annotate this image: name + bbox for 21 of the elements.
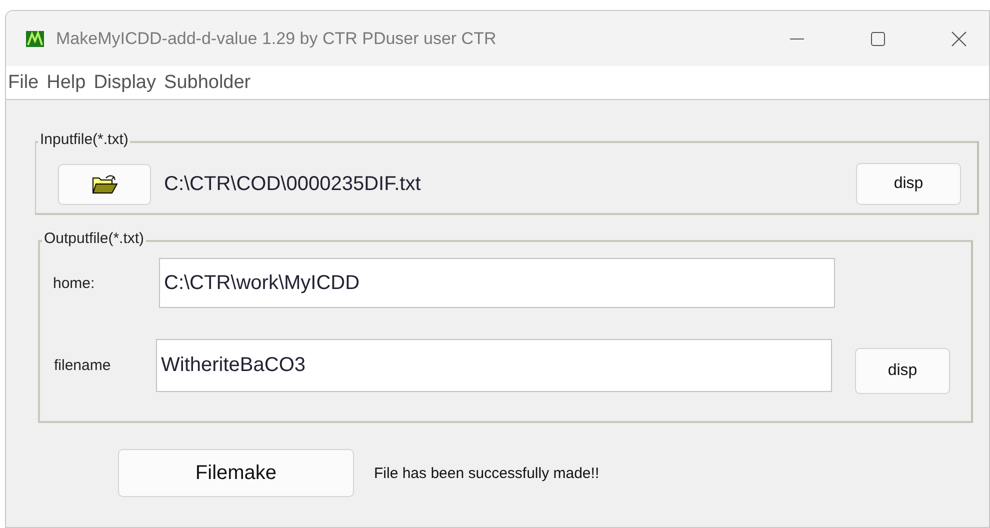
status-message: File has been successfully made!! — [374, 464, 600, 482]
app-icon — [26, 30, 44, 46]
filemake-button[interactable]: Filemake — [118, 449, 354, 497]
window-title: MakeMyICDD-add-d-value 1.29 by CTR PDuser user CTR — [56, 28, 498, 48]
open-folder-button[interactable] — [58, 164, 151, 204]
menu-item[interactable]: Display — [94, 72, 156, 94]
folder-icon — [92, 174, 118, 194]
maximize-icon[interactable] — [871, 32, 885, 46]
field-label: filename — [54, 356, 112, 374]
close-icon[interactable] — [951, 30, 967, 46]
disp-button[interactable]: disp — [856, 163, 961, 205]
filename-field[interactable]: WitheriteBaCO3 — [156, 338, 832, 392]
field-label: home: — [53, 274, 96, 292]
menu-item[interactable]: Help — [46, 72, 86, 94]
menu-item[interactable]: Subholder — [164, 72, 251, 94]
disp-button[interactable]: disp — [855, 348, 950, 394]
group-label: Outputfile(*.txt) — [42, 230, 146, 247]
home-field[interactable]: C:\CTR\work\MyICDD — [159, 258, 835, 308]
group-label: Inputfile(*.txt) — [38, 131, 130, 148]
menu-item[interactable]: File — [8, 72, 39, 94]
input-file-path: C:\CTR\COD\0000235DIF.txt — [164, 172, 422, 196]
